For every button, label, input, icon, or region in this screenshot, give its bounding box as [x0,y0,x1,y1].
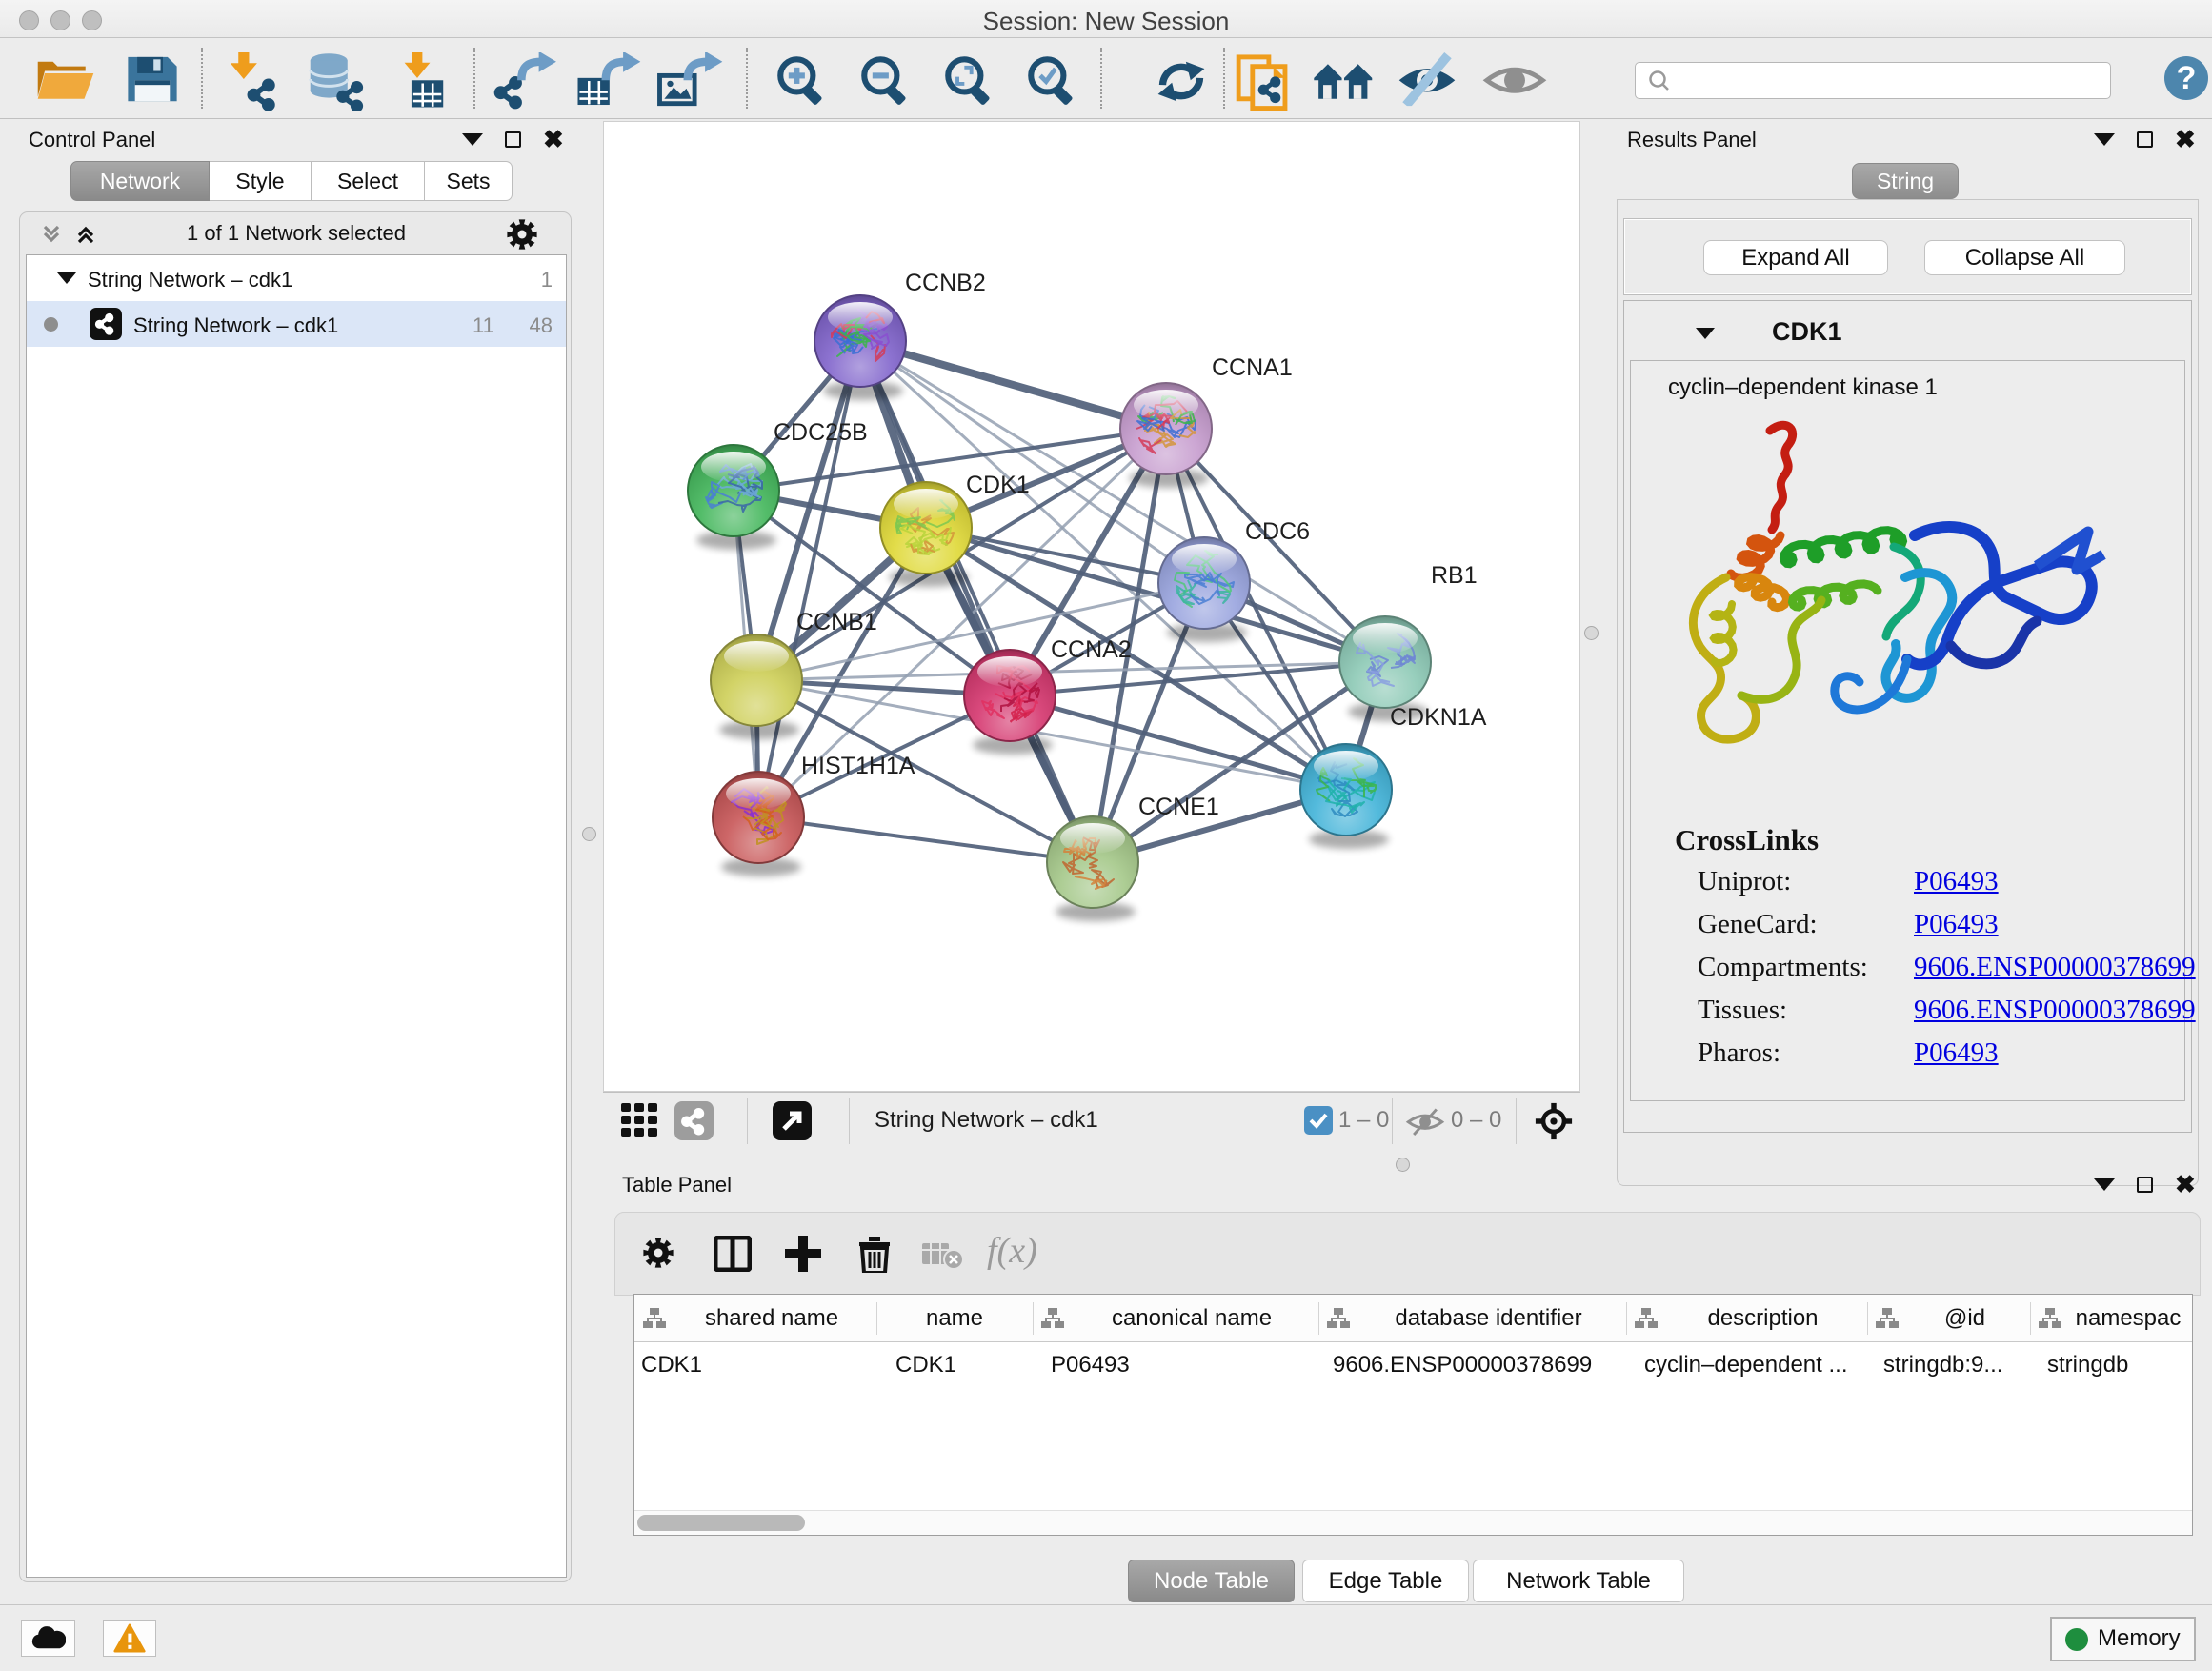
svg-text:CCNB2: CCNB2 [905,270,986,296]
svg-text:CDC25B: CDC25B [774,419,868,446]
svg-text:CCNE1: CCNE1 [1138,794,1219,820]
svg-text:RB1: RB1 [1431,562,1478,589]
svg-text:CDC6: CDC6 [1245,518,1310,545]
svg-text:?: ? [2177,60,2197,96]
svg-text:CCNB1: CCNB1 [796,609,877,635]
svg-text:CDKN1A: CDKN1A [1390,704,1487,731]
svg-text:CCNA2: CCNA2 [1051,636,1132,663]
svg-text:HIST1H1A: HIST1H1A [801,753,915,779]
svg-text:CCNA1: CCNA1 [1212,354,1293,381]
svg-text:CDK1: CDK1 [966,472,1030,498]
